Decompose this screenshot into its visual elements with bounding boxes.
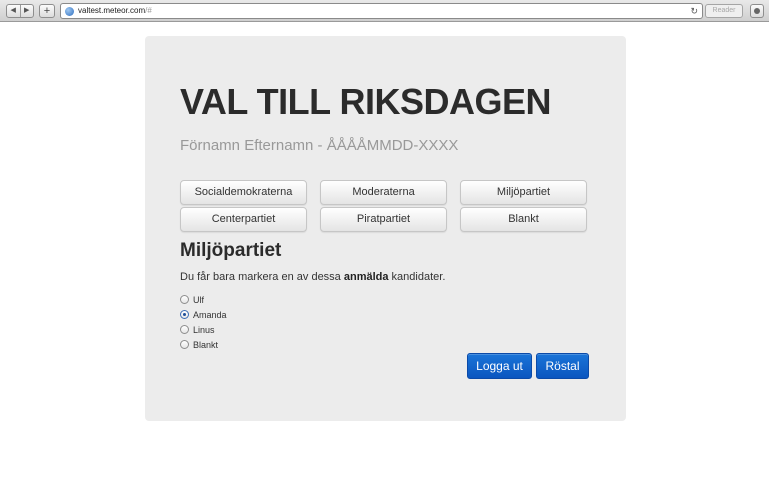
voter-identity: Förnamn Efternamn - ÅÅÅÅMMDD-XXXX: [180, 137, 459, 154]
instruction-emphasis: anmälda: [343, 271, 389, 283]
party-button-miljopartiet[interactable]: Miljöpartiet: [460, 180, 587, 205]
candidate-label: Ulf: [193, 294, 204, 305]
browser-toolbar: ◀ ▶ + valtest.meteor.com/# ↻ Reader: [0, 0, 769, 22]
candidate-option[interactable]: Ulf: [180, 292, 227, 307]
candidate-label: Linus: [193, 324, 215, 335]
candidate-option[interactable]: Linus: [180, 322, 227, 337]
party-button-socialdemokraterna[interactable]: Socialdemokraterna: [180, 180, 307, 205]
instruction-after: kandidater.: [388, 271, 446, 283]
reload-icon[interactable]: ↻: [690, 5, 698, 17]
instruction-before: Du får bara markera en av dessa: [180, 271, 344, 283]
candidate-radio[interactable]: [180, 295, 189, 304]
url-text: valtest.meteor.com/#: [78, 5, 152, 17]
url-hash: /#: [145, 6, 152, 15]
back-button[interactable]: ◀: [7, 5, 20, 17]
party-button-piratpartiet[interactable]: Piratpartiet: [320, 207, 447, 232]
selected-party-heading: Miljöpartiet: [180, 240, 282, 261]
vote-button[interactable]: Röstal: [536, 353, 589, 379]
url-host: valtest.meteor.com: [78, 6, 146, 15]
candidate-radio[interactable]: [180, 325, 189, 334]
candidate-label: Blankt: [193, 339, 219, 350]
party-button-blankt[interactable]: Blankt: [460, 207, 587, 232]
downloads-button[interactable]: [750, 4, 764, 18]
forward-button[interactable]: ▶: [19, 5, 34, 17]
party-button-centerpartiet[interactable]: Centerpartiet: [180, 207, 307, 232]
globe-icon: [65, 7, 74, 16]
instruction-text: Du får bara markera en av dessa anmälda …: [180, 271, 445, 283]
download-icon: [754, 8, 760, 14]
candidate-label: Amanda: [193, 309, 227, 320]
party-button-moderaterna[interactable]: Moderaterna: [320, 180, 447, 205]
nav-buttons: ◀ ▶: [6, 4, 34, 18]
action-buttons: Logga ut Röstal: [467, 353, 589, 379]
address-bar[interactable]: valtest.meteor.com/# ↻: [60, 3, 703, 19]
candidate-radio[interactable]: [180, 340, 189, 349]
candidate-list: Ulf Amanda Linus Blankt: [180, 292, 227, 352]
candidate-option[interactable]: Amanda: [180, 307, 227, 322]
new-tab-button[interactable]: +: [39, 4, 55, 18]
logout-button[interactable]: Logga ut: [467, 353, 532, 379]
party-button-grid: Socialdemokraterna Moderaterna Miljöpart…: [180, 180, 587, 232]
reader-button[interactable]: Reader: [705, 4, 743, 18]
page-title: VAL TILL RIKSDAGEN: [180, 81, 552, 122]
ballot-panel: VAL TILL RIKSDAGEN Förnamn Efternamn - Å…: [145, 36, 626, 421]
candidate-radio[interactable]: [180, 310, 189, 319]
candidate-option[interactable]: Blankt: [180, 337, 227, 352]
